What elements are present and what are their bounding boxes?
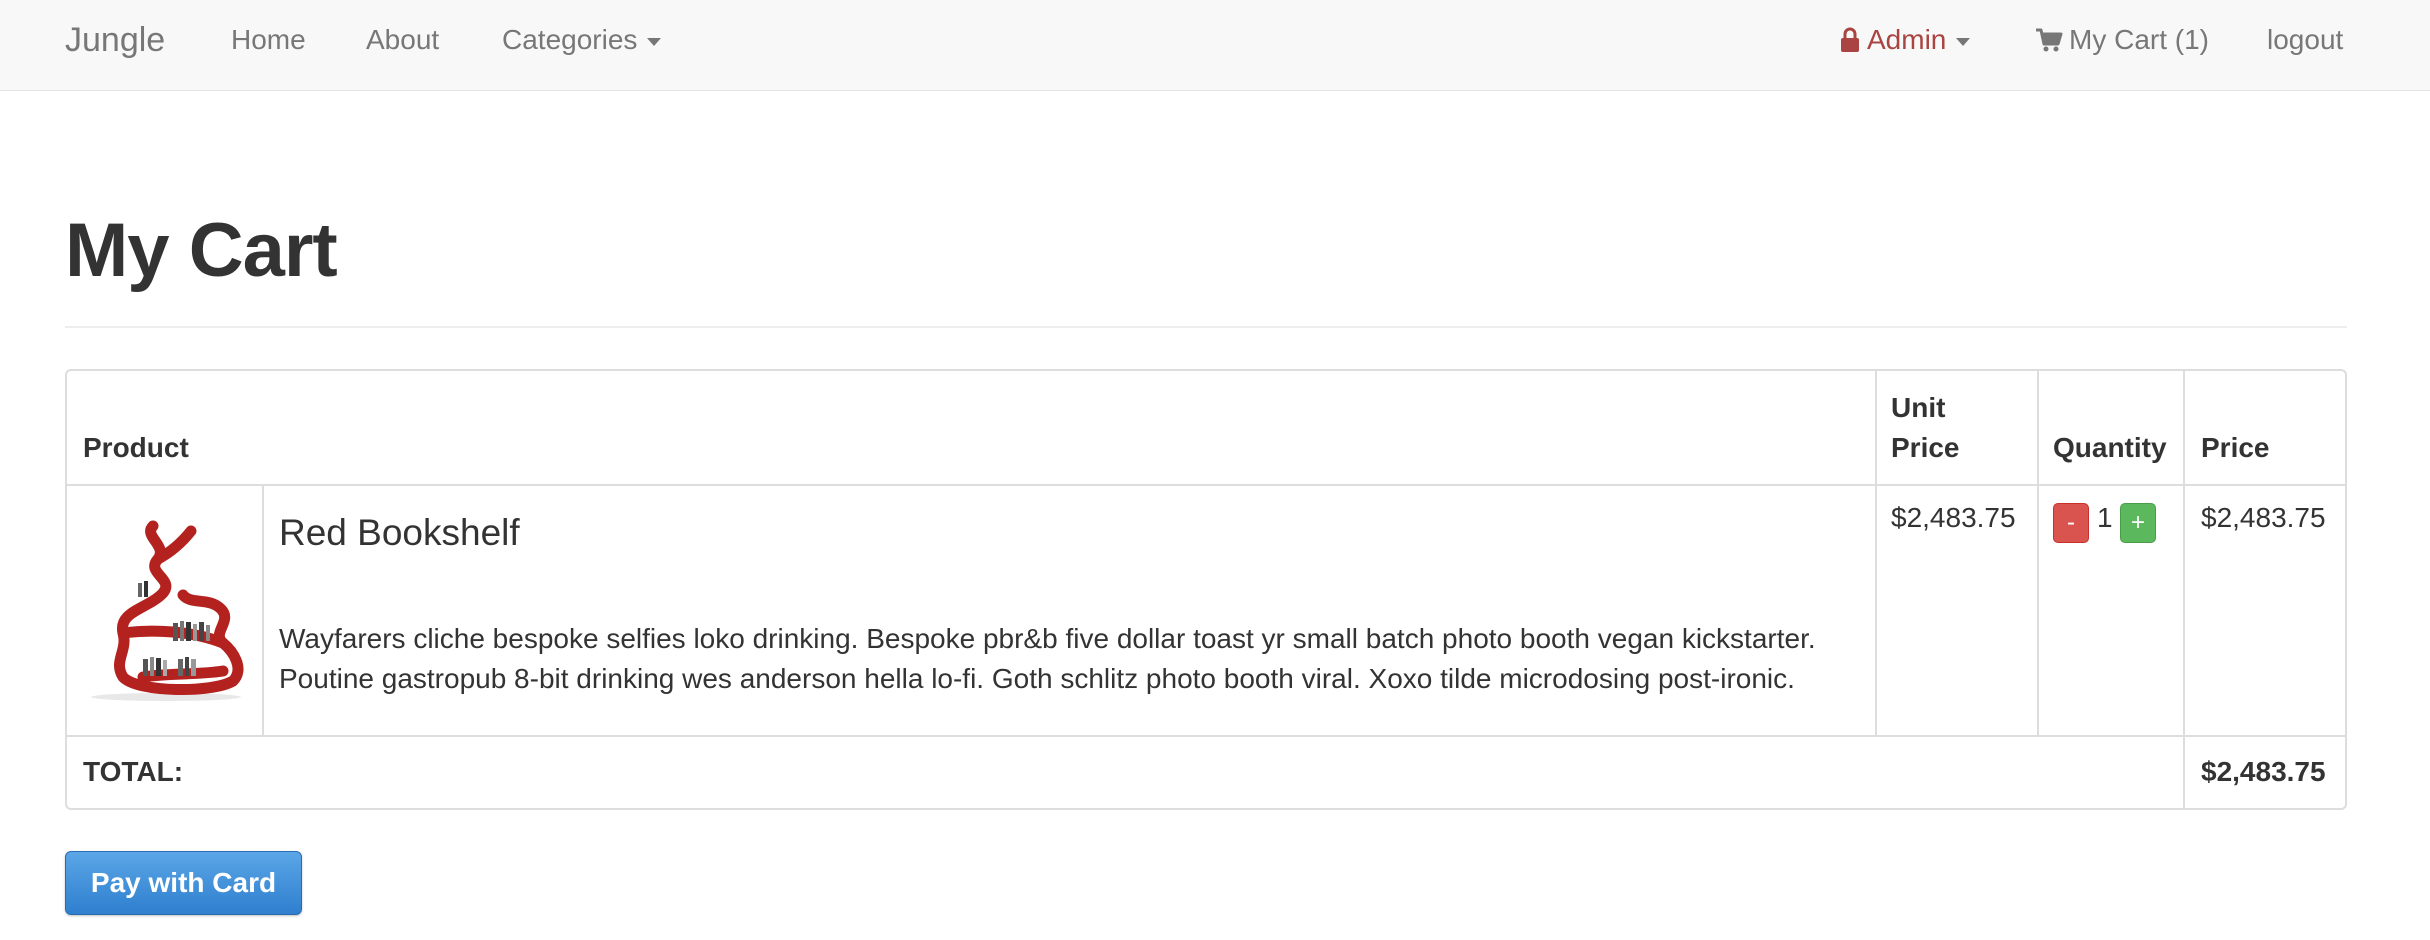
product-image [83, 501, 249, 701]
increase-quantity-button[interactable]: + [2120, 503, 2156, 543]
bookshelf-image [91, 520, 244, 701]
unit-price: $2,483.75 [1891, 502, 2016, 533]
quantity-value: 1 [2097, 502, 2113, 533]
chevron-down-icon [1956, 38, 1971, 46]
header-unit-price-line1: Unit [1891, 392, 1946, 423]
chevron-down-icon [647, 38, 662, 46]
total-label: TOTAL: [83, 756, 184, 787]
nav-about-link[interactable]: About [366, 0, 439, 80]
decrease-quantity-button[interactable]: - [2053, 503, 2089, 543]
nav-home-link[interactable]: Home [231, 0, 306, 80]
table-divider [67, 484, 2345, 486]
table-divider [2037, 371, 2039, 735]
header-product: Product [83, 432, 189, 463]
table-divider [262, 484, 264, 735]
admin-label: Admin [1867, 24, 1947, 55]
header-price: Price [2201, 432, 2270, 463]
lock-icon [1841, 27, 1859, 52]
brand-link[interactable]: Jungle [65, 0, 165, 80]
title-divider [65, 326, 2347, 328]
pay-with-card-button[interactable]: Pay with Card [65, 851, 302, 915]
header-unit-price-line2: Price [1891, 432, 1960, 463]
total-value: $2,483.75 [2201, 756, 2326, 787]
my-cart-link[interactable]: My Cart (1) [2035, 0, 2209, 80]
product-description: Wayfarers cliche bespoke selfies loko dr… [279, 623, 1816, 694]
table-divider [67, 735, 2345, 737]
table-divider [2183, 371, 2185, 808]
header-quantity: Quantity [2053, 432, 2167, 463]
admin-dropdown[interactable]: Admin [1840, 0, 1971, 80]
page-title: My Cart [65, 208, 338, 293]
navbar: Jungle Home About Categories Admin My Ca… [0, 0, 2430, 91]
shopping-cart-icon [2036, 28, 2063, 52]
product-name[interactable]: Red Bookshelf [279, 511, 520, 555]
my-cart-label: My Cart (1) [2069, 24, 2209, 55]
nav-categories-label: Categories [502, 24, 638, 55]
logout-link[interactable]: logout [2267, 0, 2343, 80]
cart-table: Product Unit Price Quantity Price Red Bo… [65, 369, 2347, 810]
nav-categories-dropdown[interactable]: Categories [502, 0, 662, 80]
line-price: $2,483.75 [2201, 502, 2326, 533]
table-divider [1875, 371, 1877, 735]
